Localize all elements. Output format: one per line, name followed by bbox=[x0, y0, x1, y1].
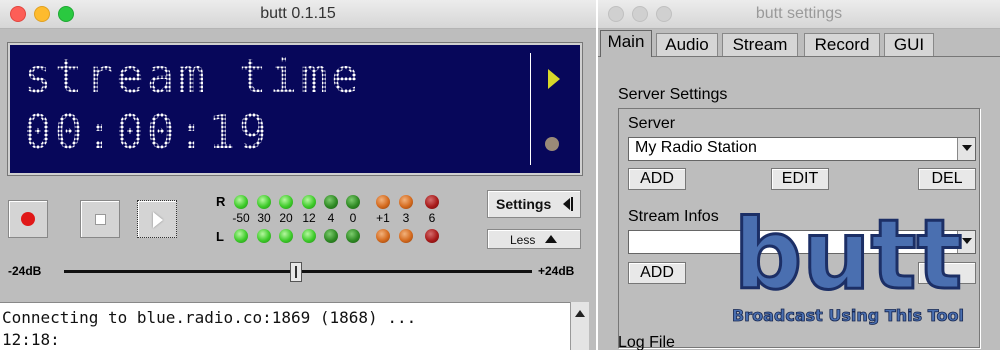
vu-led bbox=[257, 195, 271, 209]
gain-slider-thumb[interactable] bbox=[290, 262, 302, 282]
vu-led bbox=[346, 229, 360, 243]
server-select-value: My Radio Station bbox=[635, 139, 757, 156]
main-titlebar: butt 0.1.15 bbox=[0, 0, 596, 29]
log-line: 12:18: bbox=[2, 330, 60, 349]
tab-main[interactable]: Main bbox=[600, 30, 652, 57]
vu-led bbox=[425, 229, 439, 243]
log-output[interactable]: Connecting to blue.radio.co:1869 (1868) … bbox=[0, 302, 570, 350]
display-line-2: 00:00:19 bbox=[24, 105, 270, 159]
vu-led bbox=[399, 229, 413, 243]
vu-led bbox=[376, 195, 390, 209]
vu-led bbox=[425, 195, 439, 209]
tab-divider bbox=[598, 56, 1000, 57]
recording-indicator-icon bbox=[545, 137, 559, 151]
tab-stream[interactable]: Stream bbox=[722, 33, 798, 57]
tab-audio[interactable]: Audio bbox=[656, 33, 718, 57]
add-server-button[interactable]: ADD bbox=[628, 168, 686, 190]
settings-titlebar: butt settings bbox=[598, 0, 1000, 29]
logo-wordmark: butt bbox=[734, 208, 963, 311]
vu-label-left: L bbox=[216, 229, 224, 244]
record-button[interactable] bbox=[8, 200, 48, 238]
vu-led bbox=[376, 229, 390, 243]
vu-led bbox=[324, 229, 338, 243]
scroll-up-icon[interactable] bbox=[575, 310, 585, 317]
triangle-up-icon bbox=[545, 235, 557, 243]
vu-led bbox=[234, 229, 248, 243]
add-stream-info-button[interactable]: ADD bbox=[628, 262, 686, 284]
stream-infos-label: Stream Infos bbox=[628, 208, 719, 225]
settings-button[interactable]: Settings bbox=[487, 190, 581, 218]
display-line-1: stream time bbox=[24, 49, 362, 103]
gain-max-label: +24dB bbox=[538, 264, 575, 278]
logo-tagline: Broadcast Using This Tool bbox=[732, 306, 964, 325]
delete-server-button[interactable]: DEL bbox=[918, 168, 976, 190]
stop-button[interactable] bbox=[80, 200, 120, 238]
server-label: Server bbox=[628, 115, 676, 132]
server-settings-title: Server Settings bbox=[618, 86, 728, 103]
tab-record[interactable]: Record bbox=[804, 33, 880, 57]
status-display: stream time 00:00:19 bbox=[7, 42, 583, 176]
settings-tabs: Main Audio Stream Record GUI bbox=[598, 30, 1000, 57]
vu-led bbox=[279, 229, 293, 243]
vu-led bbox=[302, 195, 316, 209]
log-file-label: Log File bbox=[618, 334, 675, 350]
vu-label-right: R bbox=[216, 194, 226, 209]
log-line: Connecting to blue.radio.co:1869 (1868) … bbox=[2, 308, 417, 327]
vu-led bbox=[279, 195, 293, 209]
window-title: butt settings bbox=[755, 5, 843, 22]
bar-icon bbox=[571, 197, 573, 211]
chevron-down-icon[interactable] bbox=[957, 138, 975, 160]
vu-led bbox=[234, 195, 248, 209]
vu-led bbox=[302, 229, 316, 243]
gain-min-label: -24dB bbox=[8, 264, 42, 278]
vu-scale-label: 0 bbox=[349, 211, 357, 225]
play-icon bbox=[153, 212, 163, 228]
triangle-left-icon bbox=[563, 198, 570, 210]
log-scrollbar[interactable] bbox=[570, 302, 589, 350]
play-button[interactable] bbox=[137, 200, 177, 238]
main-window: butt 0.1.15 stream time 00:00:19 R L -50… bbox=[0, 0, 596, 350]
edit-server-button[interactable]: EDIT bbox=[771, 168, 829, 190]
record-icon bbox=[21, 212, 35, 226]
settings-button-label: Settings bbox=[496, 196, 552, 212]
vu-scale-label: 6 bbox=[428, 211, 436, 225]
tab-gui[interactable]: GUI bbox=[884, 33, 934, 57]
vu-led bbox=[257, 229, 271, 243]
window-title: butt 0.1.15 bbox=[260, 5, 336, 22]
stop-icon bbox=[95, 214, 106, 225]
display-divider bbox=[530, 53, 531, 165]
vu-led bbox=[324, 195, 338, 209]
server-select[interactable]: My Radio Station bbox=[628, 137, 976, 161]
streaming-indicator-icon bbox=[548, 69, 560, 89]
less-button-label: Less bbox=[510, 233, 536, 247]
vu-led bbox=[399, 195, 413, 209]
vu-scale-label: 3 bbox=[402, 211, 410, 225]
butt-logo: butt Broadcast Using This Tool bbox=[732, 208, 965, 325]
vu-led bbox=[346, 195, 360, 209]
less-button[interactable]: Less bbox=[487, 229, 581, 249]
